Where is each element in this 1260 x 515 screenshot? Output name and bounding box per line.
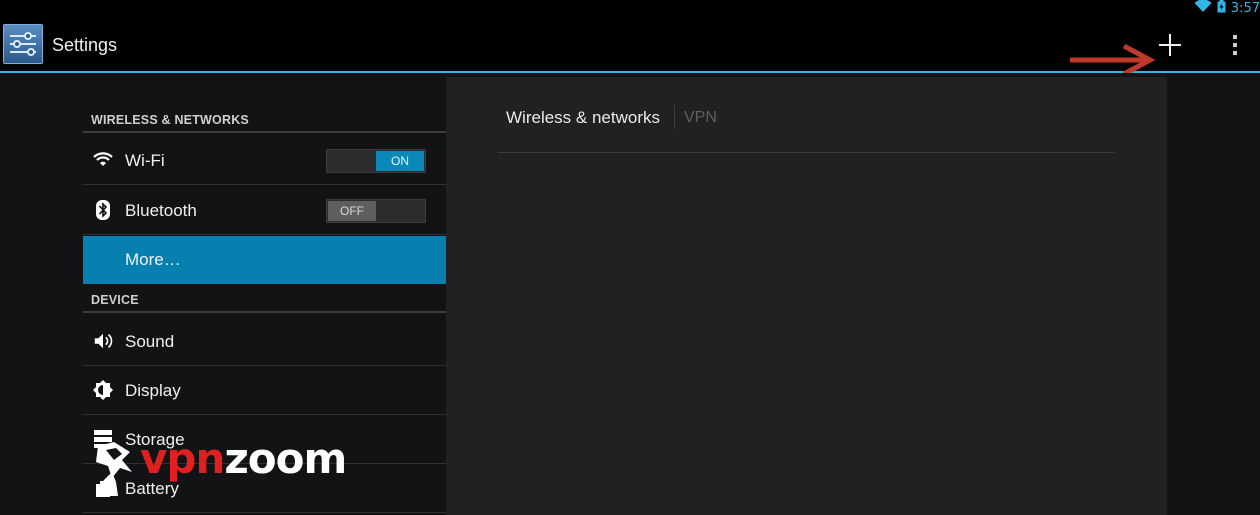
- overflow-menu-icon: [1233, 35, 1237, 55]
- logo-figure-icon: [96, 442, 132, 496]
- wifi-icon: [93, 150, 113, 170]
- watermark-text: vpnzoom: [140, 434, 347, 483]
- toggle-state: ON: [376, 151, 424, 171]
- bluetooth-toggle[interactable]: OFF: [326, 199, 426, 223]
- detail-pane: Wireless & networks VPN: [446, 77, 1167, 515]
- sidebar-item-label: More…: [125, 250, 181, 269]
- section-header-device: DEVICE: [83, 293, 446, 313]
- add-vpn-button[interactable]: [1150, 29, 1190, 61]
- app-title: Settings: [52, 35, 118, 55]
- speaker-icon: [93, 331, 113, 351]
- status-time: 3:57: [1230, 1, 1260, 16]
- wifi-icon: [1194, 0, 1212, 18]
- bluetooth-icon: [93, 200, 113, 220]
- breadcrumb-parent[interactable]: Wireless & networks: [506, 108, 660, 128]
- toggle-state: OFF: [328, 201, 376, 221]
- sidebar-item-bluetooth[interactable]: Bluetooth OFF: [83, 186, 446, 235]
- breadcrumb-current: VPN: [684, 109, 717, 126]
- arrow-annotation-icon: [1070, 44, 1156, 76]
- sidebar-item-wifi[interactable]: Wi-Fi ON: [83, 136, 446, 185]
- action-bar: Settings: [0, 17, 1260, 76]
- section-header-wireless: WIRELESS & NETWORKS: [83, 113, 446, 133]
- settings-sliders-icon[interactable]: [3, 24, 43, 64]
- battery-charging-icon: [1217, 0, 1226, 18]
- sidebar-item-label: Wi-Fi: [125, 151, 165, 170]
- plus-icon: [1159, 34, 1181, 56]
- sidebar-item-label: Display: [125, 381, 181, 400]
- sidebar-item-label: Sound: [125, 332, 175, 351]
- breadcrumb-divider: [674, 105, 675, 129]
- sidebar-item-label: Bluetooth: [125, 201, 197, 220]
- status-bar: 3:57: [0, 0, 1260, 17]
- sidebar-item-sound[interactable]: Sound: [83, 317, 446, 366]
- brightness-icon: [93, 380, 113, 400]
- sidebar-item-display[interactable]: Display: [83, 366, 446, 415]
- breadcrumb-underline: [498, 152, 1115, 153]
- status-indicators: 3:57: [1194, 0, 1260, 17]
- vpnzoom-watermark: vpnzoom: [92, 434, 352, 500]
- sidebar-item-more[interactable]: More…: [83, 236, 446, 284]
- overflow-menu-button[interactable]: [1222, 29, 1248, 61]
- wifi-toggle[interactable]: ON: [326, 149, 426, 173]
